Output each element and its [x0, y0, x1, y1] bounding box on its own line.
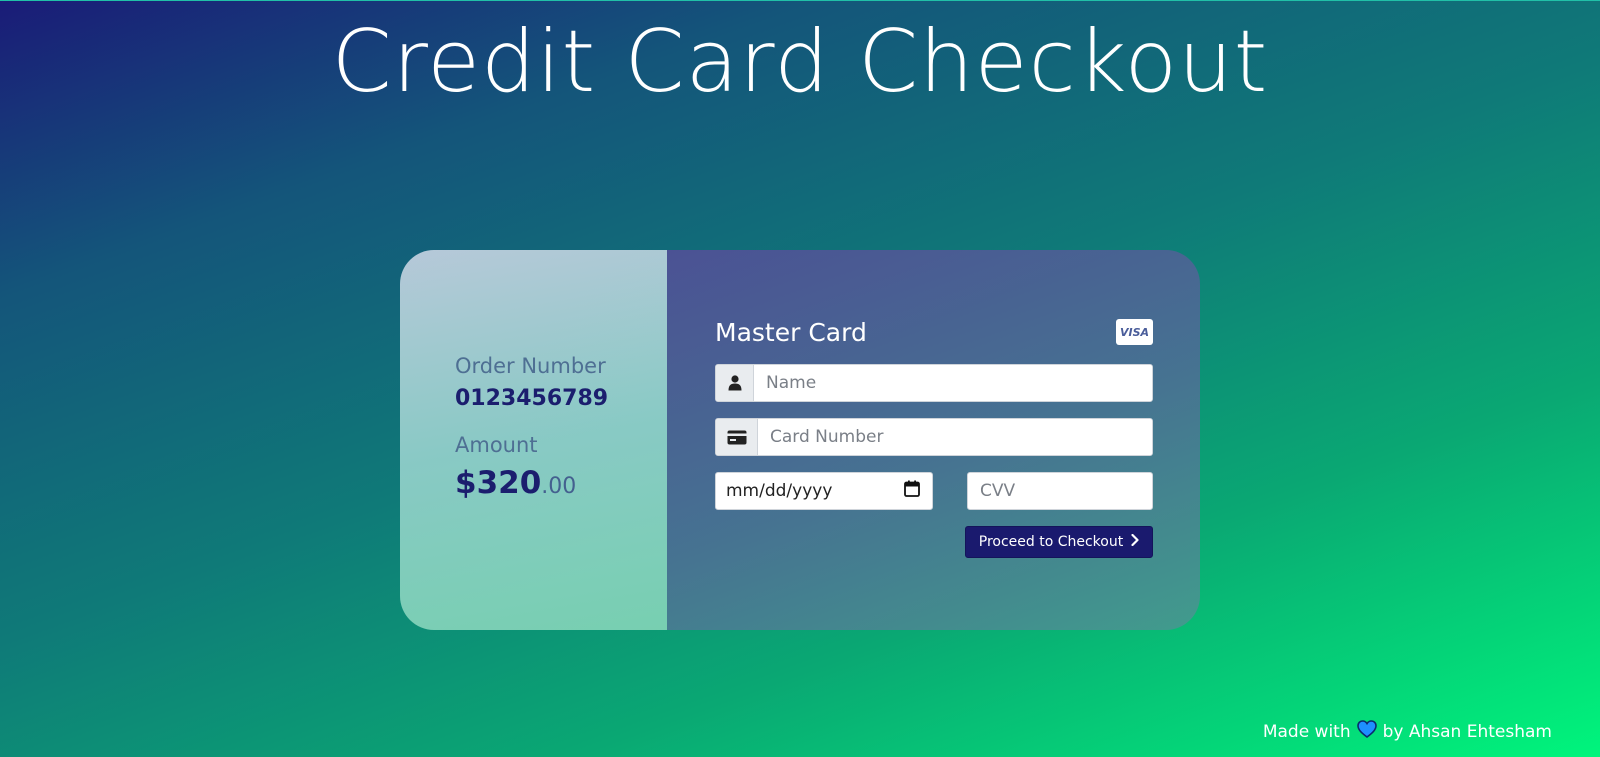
amount-dollars: $320 [455, 465, 542, 501]
footer-credit: Made with by Ahsan Ehtesham [1263, 720, 1552, 743]
card-number-input-group [715, 418, 1153, 456]
proceed-to-checkout-button[interactable]: Proceed to Checkout [965, 526, 1153, 558]
calendar-icon[interactable] [904, 480, 920, 502]
credit-card-icon [716, 419, 758, 455]
card-type-title: Master Card [715, 317, 867, 347]
name-input[interactable] [754, 365, 1152, 401]
expiry-date-input[interactable]: mm/dd/yyyy [715, 472, 933, 510]
cvv-input[interactable] [968, 473, 1152, 509]
name-input-group [715, 364, 1153, 402]
cvv-field [967, 472, 1153, 510]
payment-header: Master Card VISA [715, 314, 1153, 350]
amount-label: Amount [455, 433, 538, 457]
amount-value: $320.00 [455, 465, 667, 501]
chevron-right-icon [1131, 533, 1139, 550]
checkout-button-row: Proceed to Checkout [715, 526, 1153, 558]
card-number-input[interactable] [758, 419, 1152, 455]
payment-form-panel: Master Card VISA Name Card Number mm/dd/… [667, 250, 1200, 630]
page-title: Credit Card Checkout [331, 12, 1269, 112]
amount-cents: .00 [541, 474, 577, 499]
order-number-label: Order Number [455, 354, 606, 378]
visa-logo: VISA [1116, 319, 1153, 345]
order-number-value: 0123456789 [455, 386, 609, 411]
user-icon [716, 365, 754, 401]
expiry-cvv-row: mm/dd/yyyy [715, 472, 1153, 510]
expiry-date-value: mm/dd/yyyy [726, 481, 833, 501]
checkout-card: Order Number 0123456789 Amount $320.00 M… [400, 250, 1200, 630]
footer-author: by Ahsan Ehtesham [1382, 721, 1552, 742]
checkout-button-label: Proceed to Checkout [978, 534, 1124, 550]
top-border-line [0, 0, 1600, 1]
footer-made-with: Made with [1262, 721, 1351, 742]
heart-icon [1356, 720, 1377, 743]
order-summary-panel: Order Number 0123456789 Amount $320.00 [400, 250, 667, 630]
